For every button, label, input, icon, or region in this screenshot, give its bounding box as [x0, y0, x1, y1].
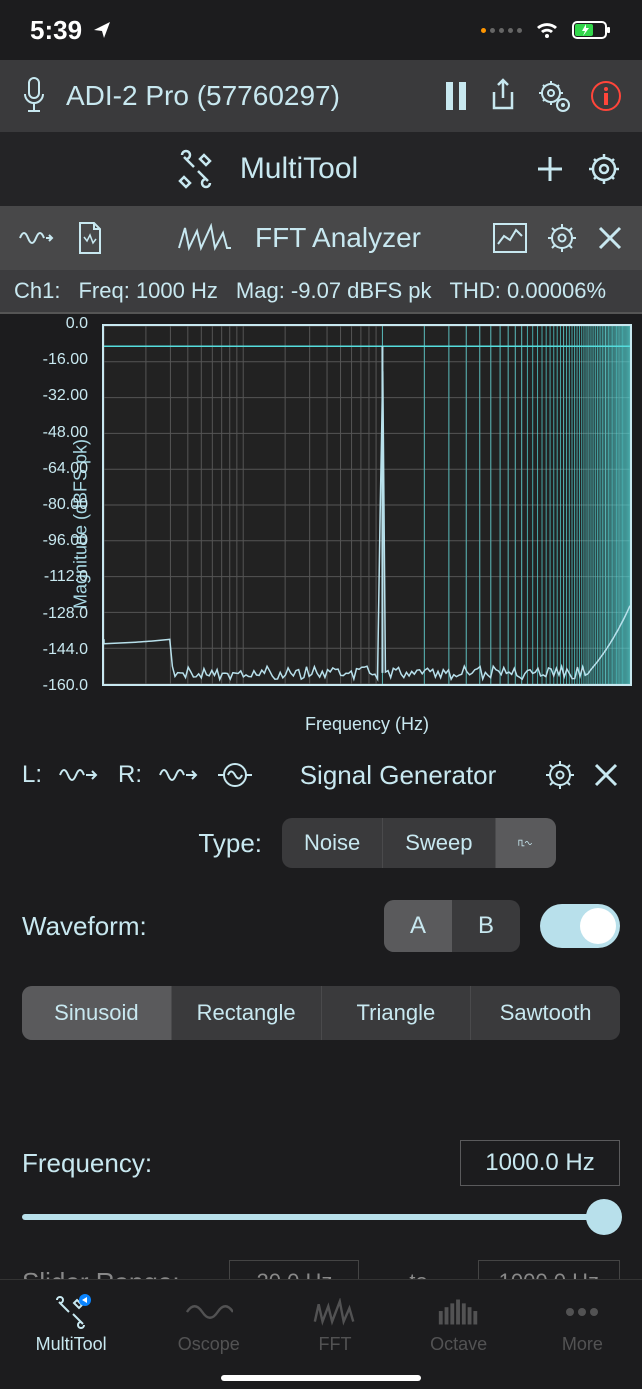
- gear-icon[interactable]: [546, 222, 578, 254]
- wifi-icon: [534, 20, 560, 40]
- waveform-label: Waveform:: [22, 911, 364, 942]
- mag-readout: Mag: -9.07 dBFS pk: [236, 278, 432, 304]
- tab-oscope[interactable]: Oscope: [178, 1294, 240, 1355]
- octave-tab-icon: [435, 1297, 483, 1327]
- fft-toolbar: FFT Analyzer: [0, 206, 642, 270]
- tab-more[interactable]: More: [558, 1294, 606, 1355]
- waveform-a[interactable]: A: [384, 900, 452, 952]
- shape-segment[interactable]: Sinusoid Rectangle Triangle Sawtooth: [22, 986, 620, 1040]
- type-noise[interactable]: Noise: [282, 818, 383, 868]
- pause-icon[interactable]: [442, 78, 470, 114]
- home-indicator[interactable]: [221, 1375, 421, 1381]
- tab-more-label: More: [562, 1334, 603, 1355]
- multitool-toolbar: MultiTool: [0, 132, 642, 206]
- type-row: Type: Noise Sweep: [0, 806, 642, 880]
- tab-multitool-label: MultiTool: [36, 1334, 107, 1355]
- gear-icon[interactable]: [544, 759, 576, 791]
- document-icon[interactable]: [76, 221, 104, 255]
- tab-fft-label: FFT: [319, 1334, 352, 1355]
- shape-triangle[interactable]: Triangle: [322, 986, 472, 1040]
- share-icon[interactable]: [488, 78, 518, 114]
- clock: 5:39: [30, 15, 82, 46]
- freq-readout: Freq: 1000 Hz: [78, 278, 217, 304]
- chart-plot-area[interactable]: 20501002005001k2k5k10k20k50k: [102, 324, 632, 686]
- type-segment[interactable]: Noise Sweep: [282, 818, 556, 868]
- square-sine-icon: [518, 832, 534, 854]
- signal-out-left-icon[interactable]: [58, 762, 102, 788]
- tab-octave[interactable]: Octave: [430, 1294, 487, 1355]
- multitool-tab-icon: [49, 1294, 93, 1330]
- oscope-tab-icon: [185, 1298, 233, 1326]
- microphone-icon[interactable]: [20, 76, 48, 116]
- signal-gen-title: Signal Generator: [268, 760, 528, 791]
- slider-thumb[interactable]: [586, 1199, 622, 1235]
- info-icon[interactable]: [590, 80, 622, 112]
- fft-title: FFT Analyzer: [255, 222, 421, 254]
- frequency-slider[interactable]: [22, 1214, 620, 1220]
- right-channel-label: R:: [118, 761, 142, 789]
- activity-dots: [481, 28, 522, 33]
- frequency-row: Frequency: 1000.0 Hz: [0, 1140, 642, 1186]
- sine-circle-icon[interactable]: [218, 760, 252, 790]
- close-icon[interactable]: [596, 224, 624, 252]
- fft-tab-icon: [311, 1298, 359, 1326]
- fft-readout: Ch1: Freq: 1000 Hz Mag: -9.07 dBFS pk TH…: [0, 270, 642, 314]
- tab-oscope-label: Oscope: [178, 1334, 240, 1355]
- chart-box-icon[interactable]: [492, 222, 528, 254]
- frequency-label: Frequency:: [22, 1148, 152, 1179]
- battery-icon: [572, 20, 612, 40]
- app-header: ADI-2 Pro (57760297): [0, 60, 642, 132]
- type-label: Type:: [22, 828, 262, 859]
- fft-waveform-icon: [175, 223, 235, 253]
- tab-fft[interactable]: FFT: [311, 1294, 359, 1355]
- tab-multitool[interactable]: MultiTool: [36, 1294, 107, 1355]
- signal-in-icon[interactable]: [18, 223, 58, 253]
- signal-out-right-icon[interactable]: [158, 762, 202, 788]
- tab-octave-label: Octave: [430, 1334, 487, 1355]
- shape-sinusoid[interactable]: Sinusoid: [22, 986, 172, 1040]
- x-axis-label: Frequency (Hz): [102, 714, 632, 735]
- device-name: ADI-2 Pro (57760297): [66, 80, 424, 112]
- fft-chart[interactable]: Magnitude (dBFS pk) 0.0-16.00-32.00-48.0…: [0, 314, 642, 734]
- type-waveform[interactable]: [496, 818, 556, 868]
- thd-readout: THD: 0.00006%: [450, 278, 607, 304]
- tab-bar: MultiTool Oscope FFT Octave More: [0, 1279, 642, 1389]
- waveform-toggle[interactable]: [540, 904, 620, 948]
- gear-icon[interactable]: [586, 151, 622, 187]
- location-icon: [92, 20, 112, 40]
- waveform-row: Waveform: A B: [0, 880, 642, 972]
- shape-sawtooth[interactable]: Sawtooth: [471, 986, 620, 1040]
- shape-rectangle[interactable]: Rectangle: [172, 986, 322, 1040]
- more-tab-icon: [562, 1306, 602, 1318]
- channel-label: Ch1:: [14, 278, 60, 304]
- left-channel-label: L:: [22, 761, 42, 789]
- waveform-b[interactable]: B: [452, 900, 520, 952]
- gear-icon[interactable]: [536, 78, 572, 114]
- type-sweep[interactable]: Sweep: [383, 818, 495, 868]
- ios-status-bar: 5:39: [0, 0, 642, 60]
- frequency-value[interactable]: 1000.0 Hz: [460, 1140, 620, 1186]
- plus-icon[interactable]: [534, 153, 566, 185]
- signal-gen-toolbar: L: R: Signal Generator: [0, 744, 642, 806]
- multitool-icon: [176, 149, 216, 189]
- ab-segment[interactable]: A B: [384, 900, 520, 952]
- multitool-title: MultiTool: [240, 152, 358, 186]
- close-icon[interactable]: [592, 761, 620, 789]
